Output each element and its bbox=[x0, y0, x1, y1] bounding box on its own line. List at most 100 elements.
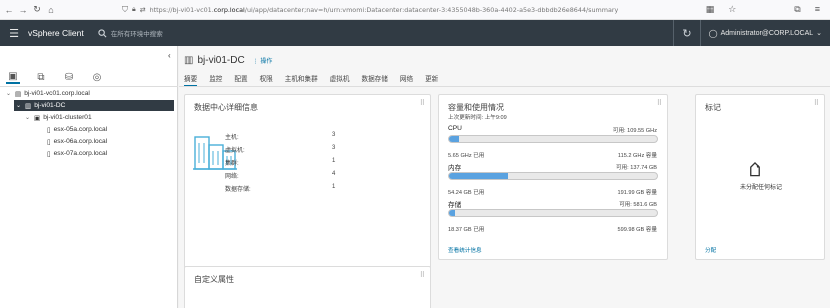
detail-label: 主机: bbox=[225, 135, 239, 141]
datacenter-icon: ▥ bbox=[184, 55, 194, 66]
tree-item-host[interactable]: ▯ esx-05a.corp.local bbox=[47, 124, 107, 135]
back-icon[interactable]: ← bbox=[2, 5, 16, 15]
bookmark-star-icon[interactable]: ☆ bbox=[728, 4, 736, 15]
networking-tab-icon[interactable]: ◎ bbox=[90, 70, 104, 84]
drag-handle-icon[interactable]: ⠿ bbox=[420, 271, 425, 279]
hamburger-menu-icon[interactable]: ☰ bbox=[0, 27, 28, 40]
detail-label: 数据存储: bbox=[225, 187, 251, 193]
hosts-clusters-tab-icon[interactable]: ▣ bbox=[6, 70, 20, 84]
reload-icon[interactable]: ↻ bbox=[30, 4, 44, 15]
refresh-icon[interactable]: ↻ bbox=[682, 27, 691, 40]
cpu-label: CPU bbox=[448, 125, 462, 132]
memory-usage-bar bbox=[448, 172, 658, 180]
detail-value: 3 bbox=[332, 145, 336, 151]
vcenter-icon: ▤ bbox=[15, 90, 22, 98]
custom-attributes-card: 自定义属性 ⠿ bbox=[184, 266, 431, 308]
storage-usage-bar bbox=[448, 209, 658, 217]
card-title: 数据中心详细信息 bbox=[194, 103, 258, 112]
url-text: https://bj-vi01-vc01.corp.local/ui/app/d… bbox=[149, 6, 619, 14]
host-icon: ▯ bbox=[47, 126, 51, 134]
storage-free: 可用: 581.6 GB bbox=[619, 202, 657, 208]
tab-updates[interactable]: 更新 bbox=[425, 73, 438, 87]
drag-handle-icon[interactable]: ⠿ bbox=[657, 99, 662, 107]
tree-item-vcenter[interactable]: ⌄ ▤ bj-vi01-vc01.corp.local bbox=[6, 88, 90, 99]
tree-item-host[interactable]: ▯ esx-06a.corp.local bbox=[47, 136, 107, 147]
page-title: bj-vi01-DC bbox=[197, 55, 245, 66]
detail-value: 1 bbox=[332, 184, 336, 190]
permissions-icon: ⇄ bbox=[139, 7, 146, 14]
qr-icon[interactable]: ▦ bbox=[706, 4, 715, 15]
tree-item-datacenter[interactable]: ⌄ ▥ bj-vi01-DC bbox=[14, 100, 174, 111]
tree-item-cluster[interactable]: ⌄ ▣ bj-vi01-cluster01 bbox=[25, 112, 92, 123]
card-title: 容量和使用情况 bbox=[448, 103, 504, 112]
tab-hosts-clusters[interactable]: 主机和集群 bbox=[285, 73, 318, 87]
storage-capacity: 599.98 GB 容量 bbox=[617, 227, 658, 233]
user-menu[interactable]: ◯ Administrator@CORP.LOCAL ⌄ bbox=[709, 29, 822, 38]
chevron-down-icon[interactable]: ⌄ bbox=[16, 102, 22, 109]
memory-label: 内存 bbox=[448, 165, 462, 172]
view-stats-link[interactable]: 查看统计信息 bbox=[448, 246, 482, 254]
tab-summary[interactable]: 摘要 bbox=[184, 73, 198, 87]
chevron-down-icon[interactable]: ⌄ bbox=[25, 114, 31, 121]
no-tags-text: 未分配任何标记 bbox=[739, 185, 782, 191]
tab-vms[interactable]: 虚拟机 bbox=[330, 73, 350, 87]
last-updated: 上次更新时间: 上午9:09 bbox=[448, 115, 507, 121]
browser-toolbar: ← → ↻ ⌂ ⛉ 🔒︎ ⇄ https://bj-vi01-vc01.corp… bbox=[0, 0, 830, 20]
forward-icon[interactable]: → bbox=[16, 5, 30, 15]
app-header: ☰ vSphere Client 在所有环境中搜索 ↻ ◯ Administra… bbox=[0, 20, 830, 46]
memory-capacity: 191.99 GB 容量 bbox=[617, 190, 658, 196]
host-icon: ▯ bbox=[47, 150, 51, 158]
global-search[interactable]: 在所有环境中搜索 bbox=[98, 28, 163, 38]
tab-networks[interactable]: 网络 bbox=[400, 73, 413, 87]
tab-datastores[interactable]: 数据存储 bbox=[362, 73, 388, 87]
address-bar[interactable]: ⛉ 🔒︎ ⇄ https://bj-vi01-vc01.corp.local/u… bbox=[122, 3, 618, 17]
detail-label: 网络: bbox=[225, 174, 239, 180]
cpu-free: 可用: 109.55 GHz bbox=[612, 128, 657, 134]
storage-label: 存储 bbox=[448, 202, 462, 209]
storage-used: 18.37 GB 已用 bbox=[448, 227, 485, 233]
detail-label: 集群: bbox=[225, 161, 239, 167]
collapse-panel-icon[interactable]: ‹ bbox=[168, 51, 171, 60]
user-icon: ◯ bbox=[708, 28, 718, 38]
detail-value: 1 bbox=[332, 158, 336, 164]
drag-handle-icon[interactable]: ⠿ bbox=[420, 99, 425, 107]
storage-tab-icon[interactable]: ⛁ bbox=[62, 70, 76, 84]
vms-templates-tab-icon[interactable]: ⧉ bbox=[34, 70, 48, 84]
host-icon: ▯ bbox=[47, 138, 51, 146]
shield-icon: ⛉ bbox=[122, 5, 128, 14]
extensions-icon[interactable]: ⧉ bbox=[794, 4, 800, 15]
tab-monitor[interactable]: 监控 bbox=[209, 73, 222, 87]
detail-value: 4 bbox=[332, 171, 336, 177]
detail-value: 3 bbox=[332, 132, 336, 138]
memory-used: 54.24 GB 已用 bbox=[448, 190, 485, 196]
tab-configure[interactable]: 配置 bbox=[234, 73, 247, 87]
detail-label: 虚拟机: bbox=[225, 148, 245, 154]
lock-icon: 🔒︎ bbox=[132, 6, 136, 13]
assign-tag-link[interactable]: 分配 bbox=[705, 246, 716, 254]
navigator-panel: ‹ ▣ ⧉ ⛁ ◎ ⌄ ▤ bj-vi01-vc01.corp.local ⌄ … bbox=[0, 46, 178, 308]
cpu-used: 5.65 GHz 已用 bbox=[448, 153, 485, 159]
card-title: 自定义属性 bbox=[194, 275, 234, 284]
memory-free: 可用: 137.74 GB bbox=[615, 165, 657, 171]
chevron-down-icon: ⌄ bbox=[816, 30, 822, 37]
drag-handle-icon[interactable]: ⠿ bbox=[814, 99, 819, 107]
menu-icon[interactable]: ≡ bbox=[815, 4, 820, 15]
app-title: vSphere Client bbox=[28, 28, 84, 38]
object-tabs: 摘要 监控 配置 权限 主机和集群 虚拟机 数据存储 网络 更新 bbox=[184, 73, 438, 87]
chevron-down-icon[interactable]: ⌄ bbox=[6, 90, 12, 97]
tree-item-host[interactable]: ▯ esx-07a.corp.local bbox=[47, 148, 107, 159]
capacity-usage-card: 容量和使用情况 ⠿ 上次更新时间: 上午9:09 CPU 可用: 109.55 … bbox=[438, 94, 668, 260]
cpu-capacity: 115.2 GHz 容量 bbox=[617, 153, 657, 159]
search-placeholder: 在所有环境中搜索 bbox=[110, 31, 163, 38]
main-content: ▥ bj-vi01-DC ⋮ 操作 摘要 监控 配置 权限 主机和集群 虚拟机 … bbox=[179, 46, 830, 308]
actions-menu[interactable]: ⋮ 操作 bbox=[253, 56, 273, 65]
datacenter-icon: ▥ bbox=[25, 102, 32, 110]
user-name: Administrator@CORP.LOCAL bbox=[720, 29, 814, 37]
cluster-icon: ▣ bbox=[34, 114, 41, 122]
tags-card: 标记 ⠿ 未分配任何标记 分配 bbox=[695, 94, 825, 260]
home-icon[interactable]: ⌂ bbox=[44, 5, 58, 15]
card-title: 标记 bbox=[705, 103, 721, 112]
search-icon bbox=[98, 28, 107, 37]
tag-icon bbox=[750, 162, 760, 177]
tab-permissions[interactable]: 权限 bbox=[260, 73, 273, 87]
